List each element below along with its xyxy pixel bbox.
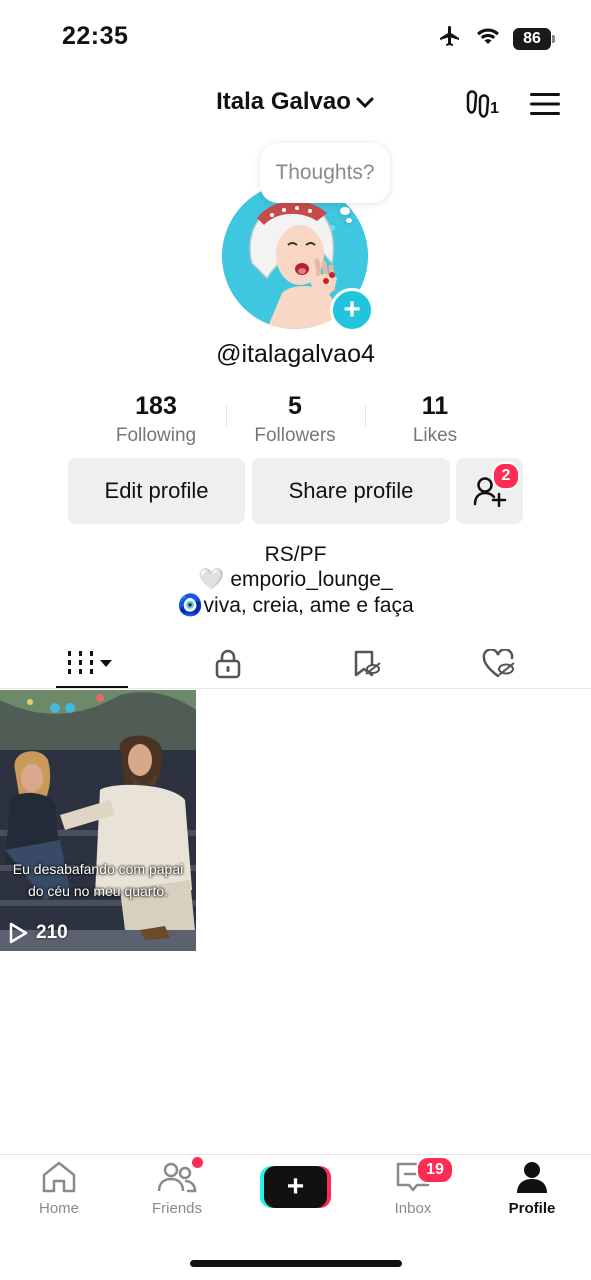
nav-label: Friends: [151, 1200, 203, 1217]
stat-label: Followers: [254, 425, 336, 446]
stat-value: 183: [135, 392, 177, 420]
tab-private[interactable]: [163, 640, 293, 688]
status-time: 22:35: [62, 22, 129, 50]
nav-label: Home: [38, 1200, 79, 1217]
thought-bubble-dot: [340, 207, 350, 215]
stat-label: Likes: [412, 425, 458, 446]
hamburger-menu-icon: [530, 93, 560, 115]
friends-icon: [157, 1162, 197, 1193]
stat-likes[interactable]: 11 Likes: [365, 392, 505, 447]
profile-name-switcher[interactable]: Itala Galvao: [0, 88, 591, 117]
footprint-button[interactable]: 1: [462, 88, 502, 127]
nav-home[interactable]: Home: [9, 1160, 109, 1217]
view-count: 210: [36, 922, 68, 943]
grid-icon: [68, 651, 112, 674]
friends-notification-dot: [192, 1157, 203, 1168]
stat-value: 11: [421, 392, 449, 420]
thought-bubble-dot: [346, 218, 352, 223]
tab-videos[interactable]: [27, 640, 157, 688]
stat-following[interactable]: 183 Following: [86, 392, 226, 447]
video-thumbnail-image: [0, 690, 196, 951]
tab-liked[interactable]: [434, 640, 564, 688]
video-caption: Eu desabafando com papai do céu no meu q…: [12, 861, 184, 899]
nav-label: Profile: [508, 1200, 556, 1217]
video-views: 210: [8, 922, 68, 944]
friend-requests-badge: 2: [492, 462, 520, 490]
chevron-down-icon: [355, 89, 375, 117]
bio-line: 🤍 emporio_lounge_: [0, 568, 591, 592]
video-thumbnail[interactable]: [0, 690, 196, 951]
bottom-nav-divider: [0, 1154, 591, 1155]
display-name: Itala Galvao: [216, 88, 351, 115]
create-button[interactable]: +: [264, 1166, 327, 1208]
stat-value: 5: [288, 392, 302, 420]
edit-profile-button[interactable]: Edit profile: [68, 458, 245, 524]
footprint-count: 1: [490, 100, 499, 117]
divider: [0, 688, 591, 689]
menu-button[interactable]: [530, 92, 560, 121]
evil-eye-icon: 🧿: [177, 594, 204, 617]
nav-friends[interactable]: Friends: [127, 1160, 227, 1217]
nav-label: Inbox: [394, 1200, 432, 1217]
nav-profile[interactable]: Profile: [482, 1160, 582, 1217]
plus-icon: +: [286, 1170, 305, 1203]
airplane-icon: [437, 24, 463, 53]
stat-label: Following: [115, 425, 197, 446]
home-icon: [42, 1161, 76, 1193]
thought-bubble-text: Thoughts?: [275, 161, 375, 184]
plus-icon: +: [343, 293, 361, 326]
tab-reposts[interactable]: [301, 640, 431, 688]
white-heart-icon: 🤍: [198, 568, 225, 591]
bio-text: viva, creia, ame e faça: [203, 594, 414, 617]
battery-icon: 86: [513, 27, 555, 50]
play-icon: [9, 922, 28, 944]
stat-followers[interactable]: 5 Followers: [225, 392, 365, 447]
hidden-heart-icon: [482, 649, 515, 678]
bio-line: 🧿viva, creia, ame e faça: [0, 594, 591, 618]
share-profile-button[interactable]: Share profile: [252, 458, 450, 524]
thought-bubble[interactable]: Thoughts?: [260, 143, 390, 203]
lock-icon: [215, 649, 241, 679]
bio-text: emporio_lounge_: [224, 568, 393, 591]
add-story-button[interactable]: +: [330, 288, 374, 332]
hidden-bookmark-icon: [354, 650, 381, 677]
profile-icon: [517, 1162, 547, 1193]
inbox-badge: 19: [416, 1156, 454, 1184]
bio-line: RS/PF: [264, 543, 327, 566]
username: @italagalvao4: [216, 340, 375, 368]
status-icons: 86: [437, 24, 555, 53]
wifi-icon: [475, 25, 501, 52]
home-indicator: [190, 1260, 402, 1267]
